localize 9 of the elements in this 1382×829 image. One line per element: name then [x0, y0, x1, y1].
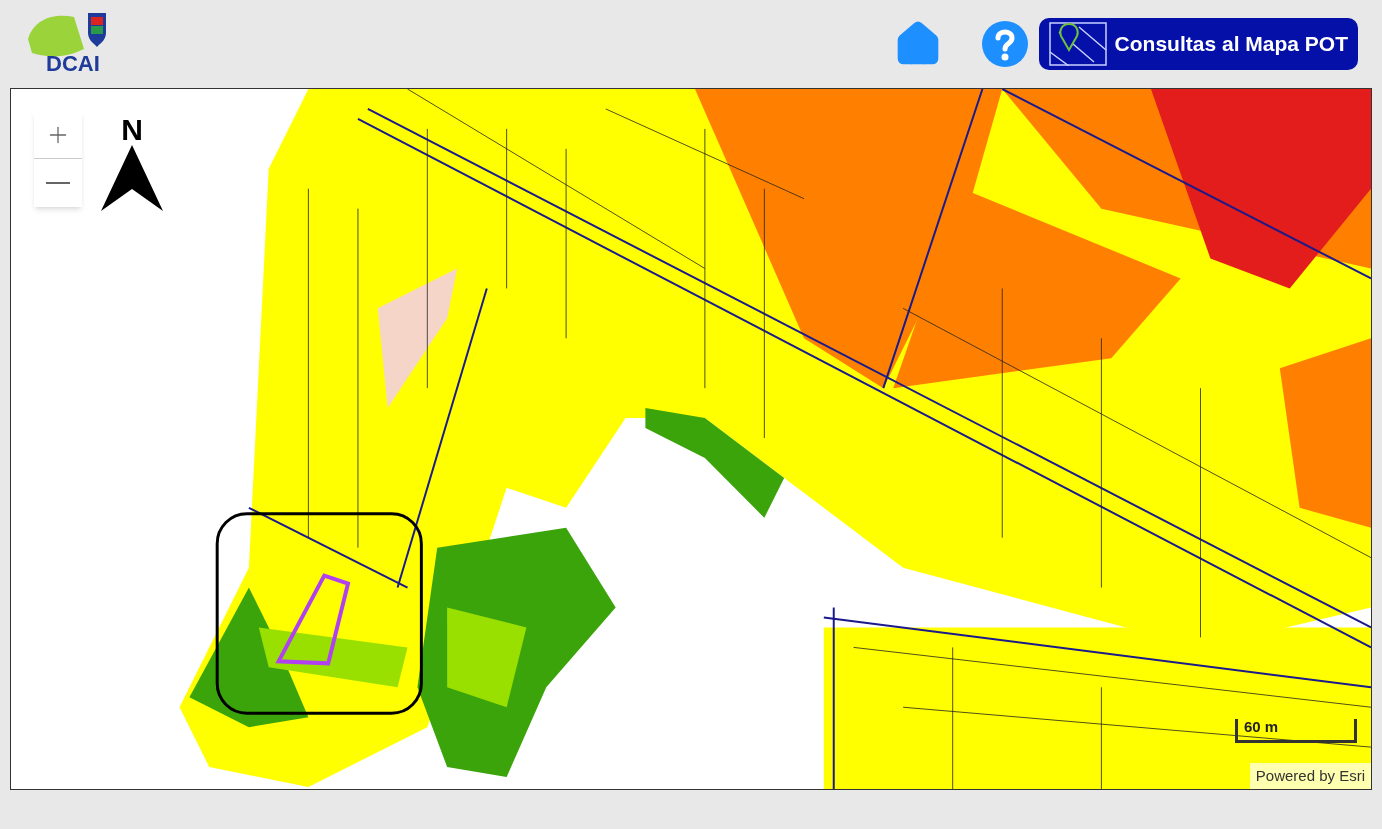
map-pin-icon: [1048, 22, 1107, 66]
query-map-button[interactable]: Consultas al Mapa POT: [1038, 18, 1358, 70]
scale-label: 60 m: [1244, 719, 1279, 734]
minus-icon: [46, 182, 70, 184]
help-icon[interactable]: [980, 20, 1029, 68]
north-label: N: [121, 115, 143, 145]
attribution-text: Powered by Esri: [1249, 762, 1371, 789]
north-arrow-icon: [101, 145, 163, 213]
logo-text: DCAI: [46, 53, 100, 75]
